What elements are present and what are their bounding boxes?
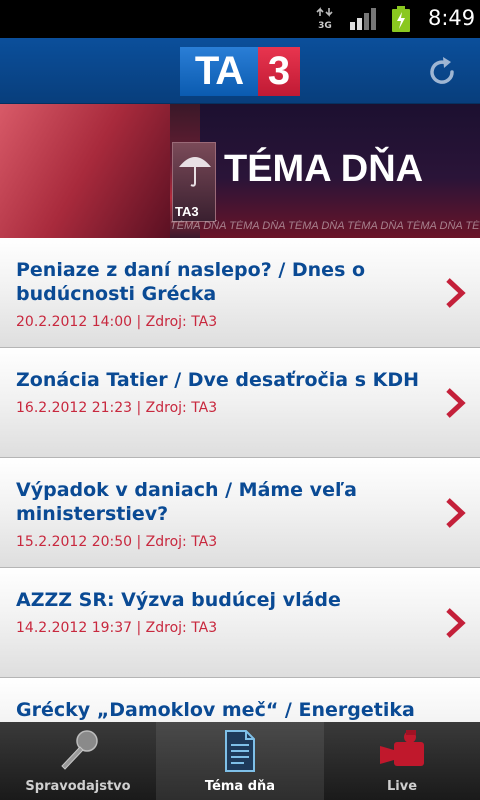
- article-title: Zonácia Tatier / Dve desaťročia s KDH: [16, 369, 420, 391]
- chevron-right-icon: [446, 278, 466, 308]
- banner-title: TÉMA DŇA: [224, 148, 424, 190]
- microphone-icon: [61, 730, 98, 770]
- status-bar: 3G 8:49: [0, 0, 480, 38]
- tab-tema-dna[interactable]: Téma dňa: [156, 722, 324, 800]
- clock: 8:49: [428, 6, 476, 30]
- app-header: TA 3: [0, 38, 480, 104]
- article-meta: 15.2.2012 20:50 | Zdroj: TA3: [16, 534, 218, 550]
- video-camera-icon: [380, 730, 424, 766]
- article-title: Grécky „Damoklov meč“ / Energetika v: [16, 699, 415, 721]
- battery-charging-icon: [392, 6, 410, 32]
- tab-label: Live: [386, 779, 418, 794]
- tab-label: Spravodajstvo: [25, 779, 131, 794]
- chevron-right-icon: [446, 498, 466, 528]
- umbrella-icon: [179, 157, 211, 187]
- ta3-logo: TA 3: [180, 47, 300, 96]
- article-meta: 16.2.2012 21:23 | Zdroj: TA3: [16, 400, 218, 416]
- tema-dna-banner: TA3 TÉMA DŇA TÉMA DŇA TÉMA DŇA TÉMA DŇA …: [0, 104, 480, 238]
- refresh-icon[interactable]: [424, 54, 460, 90]
- list-item[interactable]: Grécky „Damoklov meč“ / Energetika v: [0, 678, 480, 722]
- bottom-tab-bar: Spravodajstvo Téma dňa Live: [0, 722, 480, 800]
- logo-ta: TA: [180, 47, 258, 96]
- chevron-right-icon: [446, 608, 466, 638]
- banner-strip: TÉMA DŇA TÉMA DŇA TÉMA DŇA TÉMA DŇA TÉMA…: [170, 220, 480, 232]
- article-title: Výpadok v daniach / Máme veľa ministerst…: [16, 479, 357, 525]
- network-type-icon: 3G: [316, 7, 334, 31]
- list-item[interactable]: Výpadok v daniach / Máme veľa ministerst…: [0, 458, 480, 568]
- list-item[interactable]: Zonácia Tatier / Dve desaťročia s KDH 16…: [0, 348, 480, 458]
- document-icon: [225, 730, 255, 772]
- list-item[interactable]: AZZZ SR: Výzva budúcej vláde 14.2.2012 1…: [0, 568, 480, 678]
- tab-live[interactable]: Live: [324, 722, 480, 800]
- banner-badge: TA3: [175, 204, 199, 219]
- logo-three: 3: [258, 47, 300, 96]
- article-title: AZZZ SR: Výzva budúcej vláde: [16, 589, 341, 611]
- signal-strength-icon: [350, 8, 376, 30]
- chevron-right-icon: [446, 388, 466, 418]
- tab-label: Téma dňa: [204, 779, 276, 794]
- article-list[interactable]: Peniaze z daní naslepo? / Dnes o budúcno…: [0, 238, 480, 722]
- banner-emblem: TA3: [172, 142, 216, 222]
- article-meta: 20.2.2012 14:00 | Zdroj: TA3: [16, 314, 218, 330]
- article-title: Peniaze z daní naslepo? / Dnes o budúcno…: [16, 259, 366, 305]
- network-type-label: 3G: [318, 21, 332, 31]
- article-meta: 14.2.2012 19:37 | Zdroj: TA3: [16, 620, 218, 636]
- list-item[interactable]: Peniaze z daní naslepo? / Dnes o budúcno…: [0, 238, 480, 348]
- tab-spravodajstvo[interactable]: Spravodajstvo: [0, 722, 156, 800]
